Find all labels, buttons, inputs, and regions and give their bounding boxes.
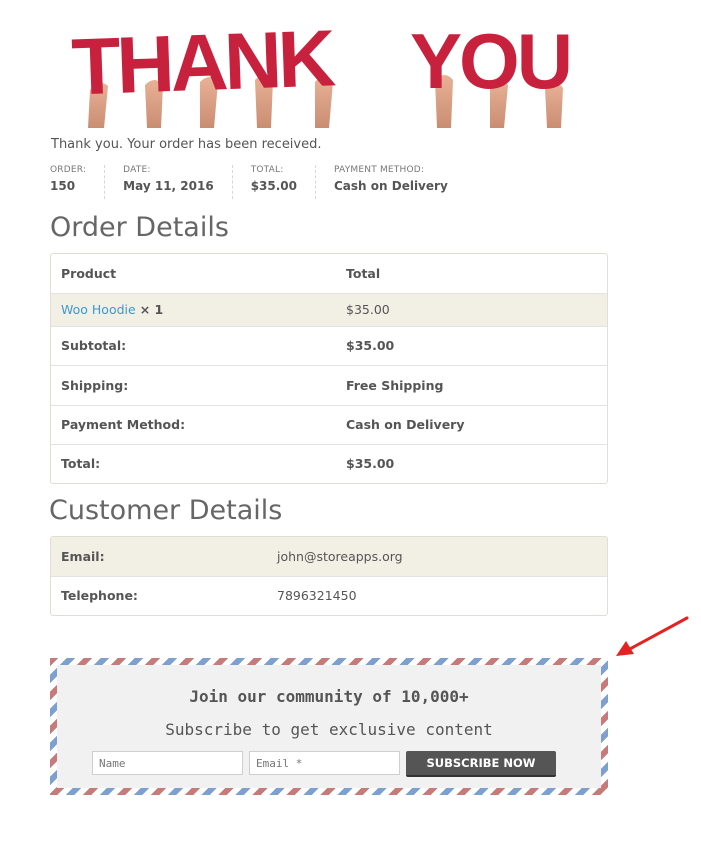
thank-you-banner: THANK YOU xyxy=(50,10,602,128)
subscribe-title: Join our community of 10,000+ xyxy=(189,687,469,706)
row-value: $35.00 xyxy=(336,325,607,365)
overview-value: $35.00 xyxy=(250,179,297,193)
column-total: Total xyxy=(346,265,381,281)
overview-date: DATE: May 11, 2016 xyxy=(123,165,233,199)
overview-label: DATE: xyxy=(123,165,151,175)
row-value: Cash on Delivery xyxy=(336,404,607,444)
line-item-product: Woo Hoodie × 1 xyxy=(51,292,336,326)
order-details-table: Product Total Woo Hoodie × 1 $35.00 Subt… xyxy=(50,253,608,484)
row-label: Email: xyxy=(61,548,105,564)
name-input[interactable] xyxy=(92,751,243,775)
email-input[interactable] xyxy=(249,751,400,775)
row-value: $35.00 xyxy=(336,443,607,483)
table-row: Subtotal: $35.00 xyxy=(51,325,607,365)
subscribe-subtitle: Subscribe to get exclusive content xyxy=(165,720,493,739)
overview-value: May 11, 2016 xyxy=(123,179,214,193)
banner-you-text: YOU xyxy=(410,17,570,105)
row-value: 7896321450 xyxy=(267,575,607,615)
row-value: john@storeapps.org xyxy=(277,548,403,564)
line-item-total: $35.00 xyxy=(336,292,607,326)
overview-label: PAYMENT METHOD: xyxy=(334,165,425,175)
overview-value: Cash on Delivery xyxy=(334,179,448,193)
row-label: Subtotal: xyxy=(51,325,336,365)
red-arrow-icon xyxy=(610,612,692,666)
table-header-row: Product Total xyxy=(51,254,607,293)
table-row: Payment Method: Cash on Delivery xyxy=(51,404,607,444)
banner-thank-text: THANK xyxy=(70,13,337,111)
subscribe-panel: Join our community of 10,000+ Subscribe … xyxy=(57,665,601,788)
row-label: Shipping: xyxy=(51,364,336,405)
table-row: Email: john@storeapps.org xyxy=(51,537,607,576)
row-label: Payment Method: xyxy=(51,404,336,444)
product-quantity: × 1 xyxy=(139,302,164,317)
customer-details-table: Email: john@storeapps.org Telephone: 789… xyxy=(50,536,608,616)
table-row: Telephone: 7896321450 xyxy=(51,575,607,615)
overview-label: TOTAL: xyxy=(250,165,284,175)
customer-details-heading: Customer Details xyxy=(49,495,283,526)
row-label: Telephone: xyxy=(51,575,267,615)
table-row: Shipping: Free Shipping xyxy=(51,364,607,405)
overview-value: 150 xyxy=(50,179,76,193)
table-row: Total: $35.00 xyxy=(51,443,607,483)
subscribe-widget: Join our community of 10,000+ Subscribe … xyxy=(50,658,608,795)
overview-label: ORDER: xyxy=(50,165,87,175)
order-details-heading: Order Details xyxy=(50,212,229,243)
overview-order: ORDER: 150 xyxy=(50,165,106,199)
overview-total: TOTAL: $35.00 xyxy=(251,165,316,199)
subscribe-button[interactable]: SUBSCRIBE NOW xyxy=(406,751,556,777)
product-link[interactable]: Woo Hoodie xyxy=(61,302,136,317)
table-row: Woo Hoodie × 1 $35.00 xyxy=(51,292,607,326)
column-product: Product xyxy=(61,265,117,281)
row-label: Total: xyxy=(51,443,336,483)
overview-payment-method: PAYMENT METHOD: Cash on Delivery xyxy=(334,165,466,199)
order-overview: ORDER: 150 DATE: May 11, 2016 TOTAL: $35… xyxy=(50,165,484,199)
order-received-message: Thank you. Your order has been received. xyxy=(51,137,322,152)
row-value: Free Shipping xyxy=(336,364,607,405)
